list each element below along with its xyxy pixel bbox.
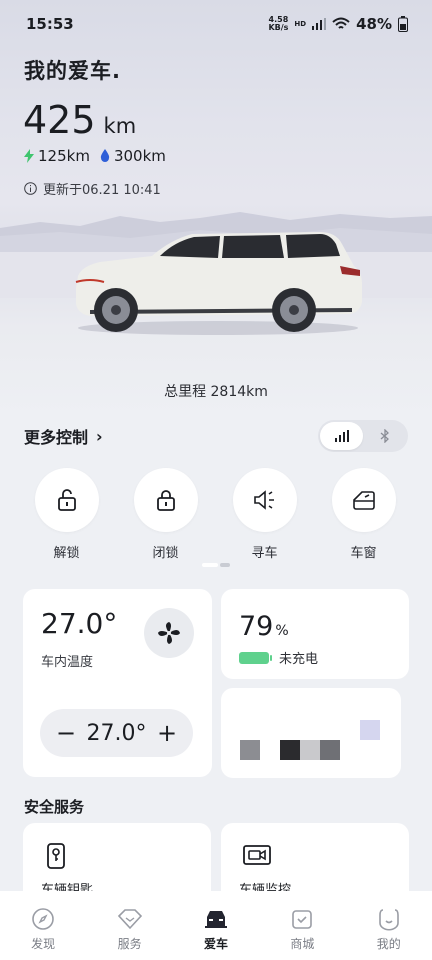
tab-profile-label: 我的 (376, 937, 401, 951)
safety-section-title: 安全服务 (24, 798, 85, 816)
find-car-button[interactable] (232, 468, 297, 532)
find-car-label: 寻车 (251, 546, 278, 561)
hero-banner: 15:53 4.58 KB/s HD 48% 我的爱车. 425 km 125k… (0, 0, 432, 420)
shop-icon (292, 910, 313, 929)
pixel-block (240, 740, 260, 760)
battery-icon (398, 16, 408, 32)
lock-button[interactable] (133, 468, 198, 532)
climate-card[interactable]: 27.0° 车内温度 − 27.0° + (23, 589, 212, 777)
status-battery-percent: 48% (356, 15, 392, 33)
tab-discover[interactable]: 发现 (13, 907, 73, 952)
unlock-label: 解锁 (53, 546, 80, 561)
unlock-button[interactable] (34, 468, 99, 532)
bluetooth-icon (380, 429, 389, 443)
total-range-unit: km (103, 114, 137, 138)
status-bar: 15:53 4.58 KB/s HD 48% (0, 0, 432, 48)
signal-bars-icon (334, 430, 349, 442)
service-heart-icon (117, 909, 142, 930)
camera-monitor-icon (243, 845, 271, 865)
page-title: 我的爱车. (24, 59, 121, 83)
fan-icon (158, 622, 180, 644)
fan-button[interactable] (144, 608, 194, 658)
temperature-stepper: − 27.0° + (40, 709, 193, 757)
range-breakdown: 125km 300km (24, 147, 166, 165)
window-control[interactable]: 车窗 (314, 468, 413, 561)
page-dot (220, 563, 230, 567)
temperature-increase-button[interactable]: + (157, 719, 177, 747)
pixel-block (320, 740, 340, 760)
fuel-range: 300km (100, 147, 166, 165)
fuel-drop-icon (100, 149, 110, 162)
tab-shop-label: 商城 (290, 937, 315, 951)
bluetooth-mode-option[interactable] (363, 422, 406, 450)
cabin-temperature-caption: 车内温度 (41, 655, 94, 670)
lock-control[interactable]: 闭锁 (116, 468, 215, 561)
more-controls-link[interactable]: 更多控制 (24, 424, 88, 448)
update-time-text: 更新于06.21 10:41 (43, 183, 161, 198)
unlock-control[interactable]: 解锁 (17, 468, 116, 561)
battery-level-icon (239, 651, 272, 664)
battery-card[interactable]: 79% 未充电 (221, 589, 409, 679)
charge-status: 未充电 (239, 648, 318, 667)
more-controls-row: 更多控制 › (24, 420, 408, 452)
tab-discover-label: 发现 (31, 937, 56, 951)
window-button[interactable] (331, 468, 396, 532)
find-car-icon (253, 490, 274, 510)
car-image[interactable] (70, 226, 366, 338)
tab-profile[interactable]: 我的 (359, 907, 419, 952)
car-key-icon (47, 843, 65, 869)
compass-icon (32, 908, 54, 930)
chevron-right-icon[interactable]: › (96, 427, 103, 446)
set-temperature-value: 27.0° (86, 720, 147, 746)
battery-percent-unit: % (275, 623, 289, 639)
window-icon (352, 491, 375, 510)
hd-label: HD (294, 20, 307, 28)
tab-service-label: 服务 (117, 937, 142, 951)
battery-level: 79% (239, 611, 289, 642)
pixel-block (280, 740, 300, 760)
page-dot-active (202, 563, 218, 567)
battery-percent: 79 (239, 611, 274, 642)
connection-toggle[interactable] (318, 420, 408, 452)
cabin-temperature: 27.0° (41, 607, 118, 640)
network-speed: 4.58 KB/s (268, 16, 288, 32)
find-car-control[interactable]: 寻车 (215, 468, 314, 561)
update-time: 更新于06.21 10:41 (24, 179, 161, 198)
obscured-card[interactable] (221, 688, 401, 778)
unlock-icon (57, 489, 76, 511)
total-range: 425 km (23, 98, 136, 142)
info-icon (24, 182, 37, 195)
network-speed-unit: KB/s (268, 23, 289, 32)
total-range-value: 425 (23, 98, 96, 142)
window-label: 车窗 (350, 546, 377, 561)
profile-icon (378, 909, 399, 931)
lightning-icon (24, 149, 34, 163)
network-mode-option[interactable] (320, 422, 363, 450)
electric-range-value: 125km (38, 147, 90, 165)
pixel-block (360, 720, 380, 740)
charge-status-text: 未充电 (279, 652, 319, 667)
electric-range: 125km (24, 147, 90, 165)
fuel-range-value: 300km (113, 147, 166, 165)
pixel-block (300, 740, 320, 760)
bottom-tab-bar: 发现 服务 爱车 商城 我的 (0, 891, 432, 960)
status-time: 15:53 (26, 15, 74, 33)
tab-service[interactable]: 服务 (100, 907, 160, 952)
tab-my-car[interactable]: 爱车 (186, 907, 246, 952)
lock-icon (156, 490, 175, 511)
tab-my-car-label: 爱车 (203, 937, 228, 951)
odometer: 总里程 2814km (164, 384, 268, 400)
page-indicator (202, 563, 230, 567)
quick-controls: 解锁 闭锁 寻车 车窗 (0, 468, 432, 561)
signal-icon (312, 18, 327, 30)
tab-shop[interactable]: 商城 (272, 907, 332, 952)
wifi-icon (332, 17, 350, 29)
temperature-decrease-button[interactable]: − (56, 719, 76, 747)
lock-label: 闭锁 (152, 546, 179, 561)
car-icon (204, 911, 227, 928)
